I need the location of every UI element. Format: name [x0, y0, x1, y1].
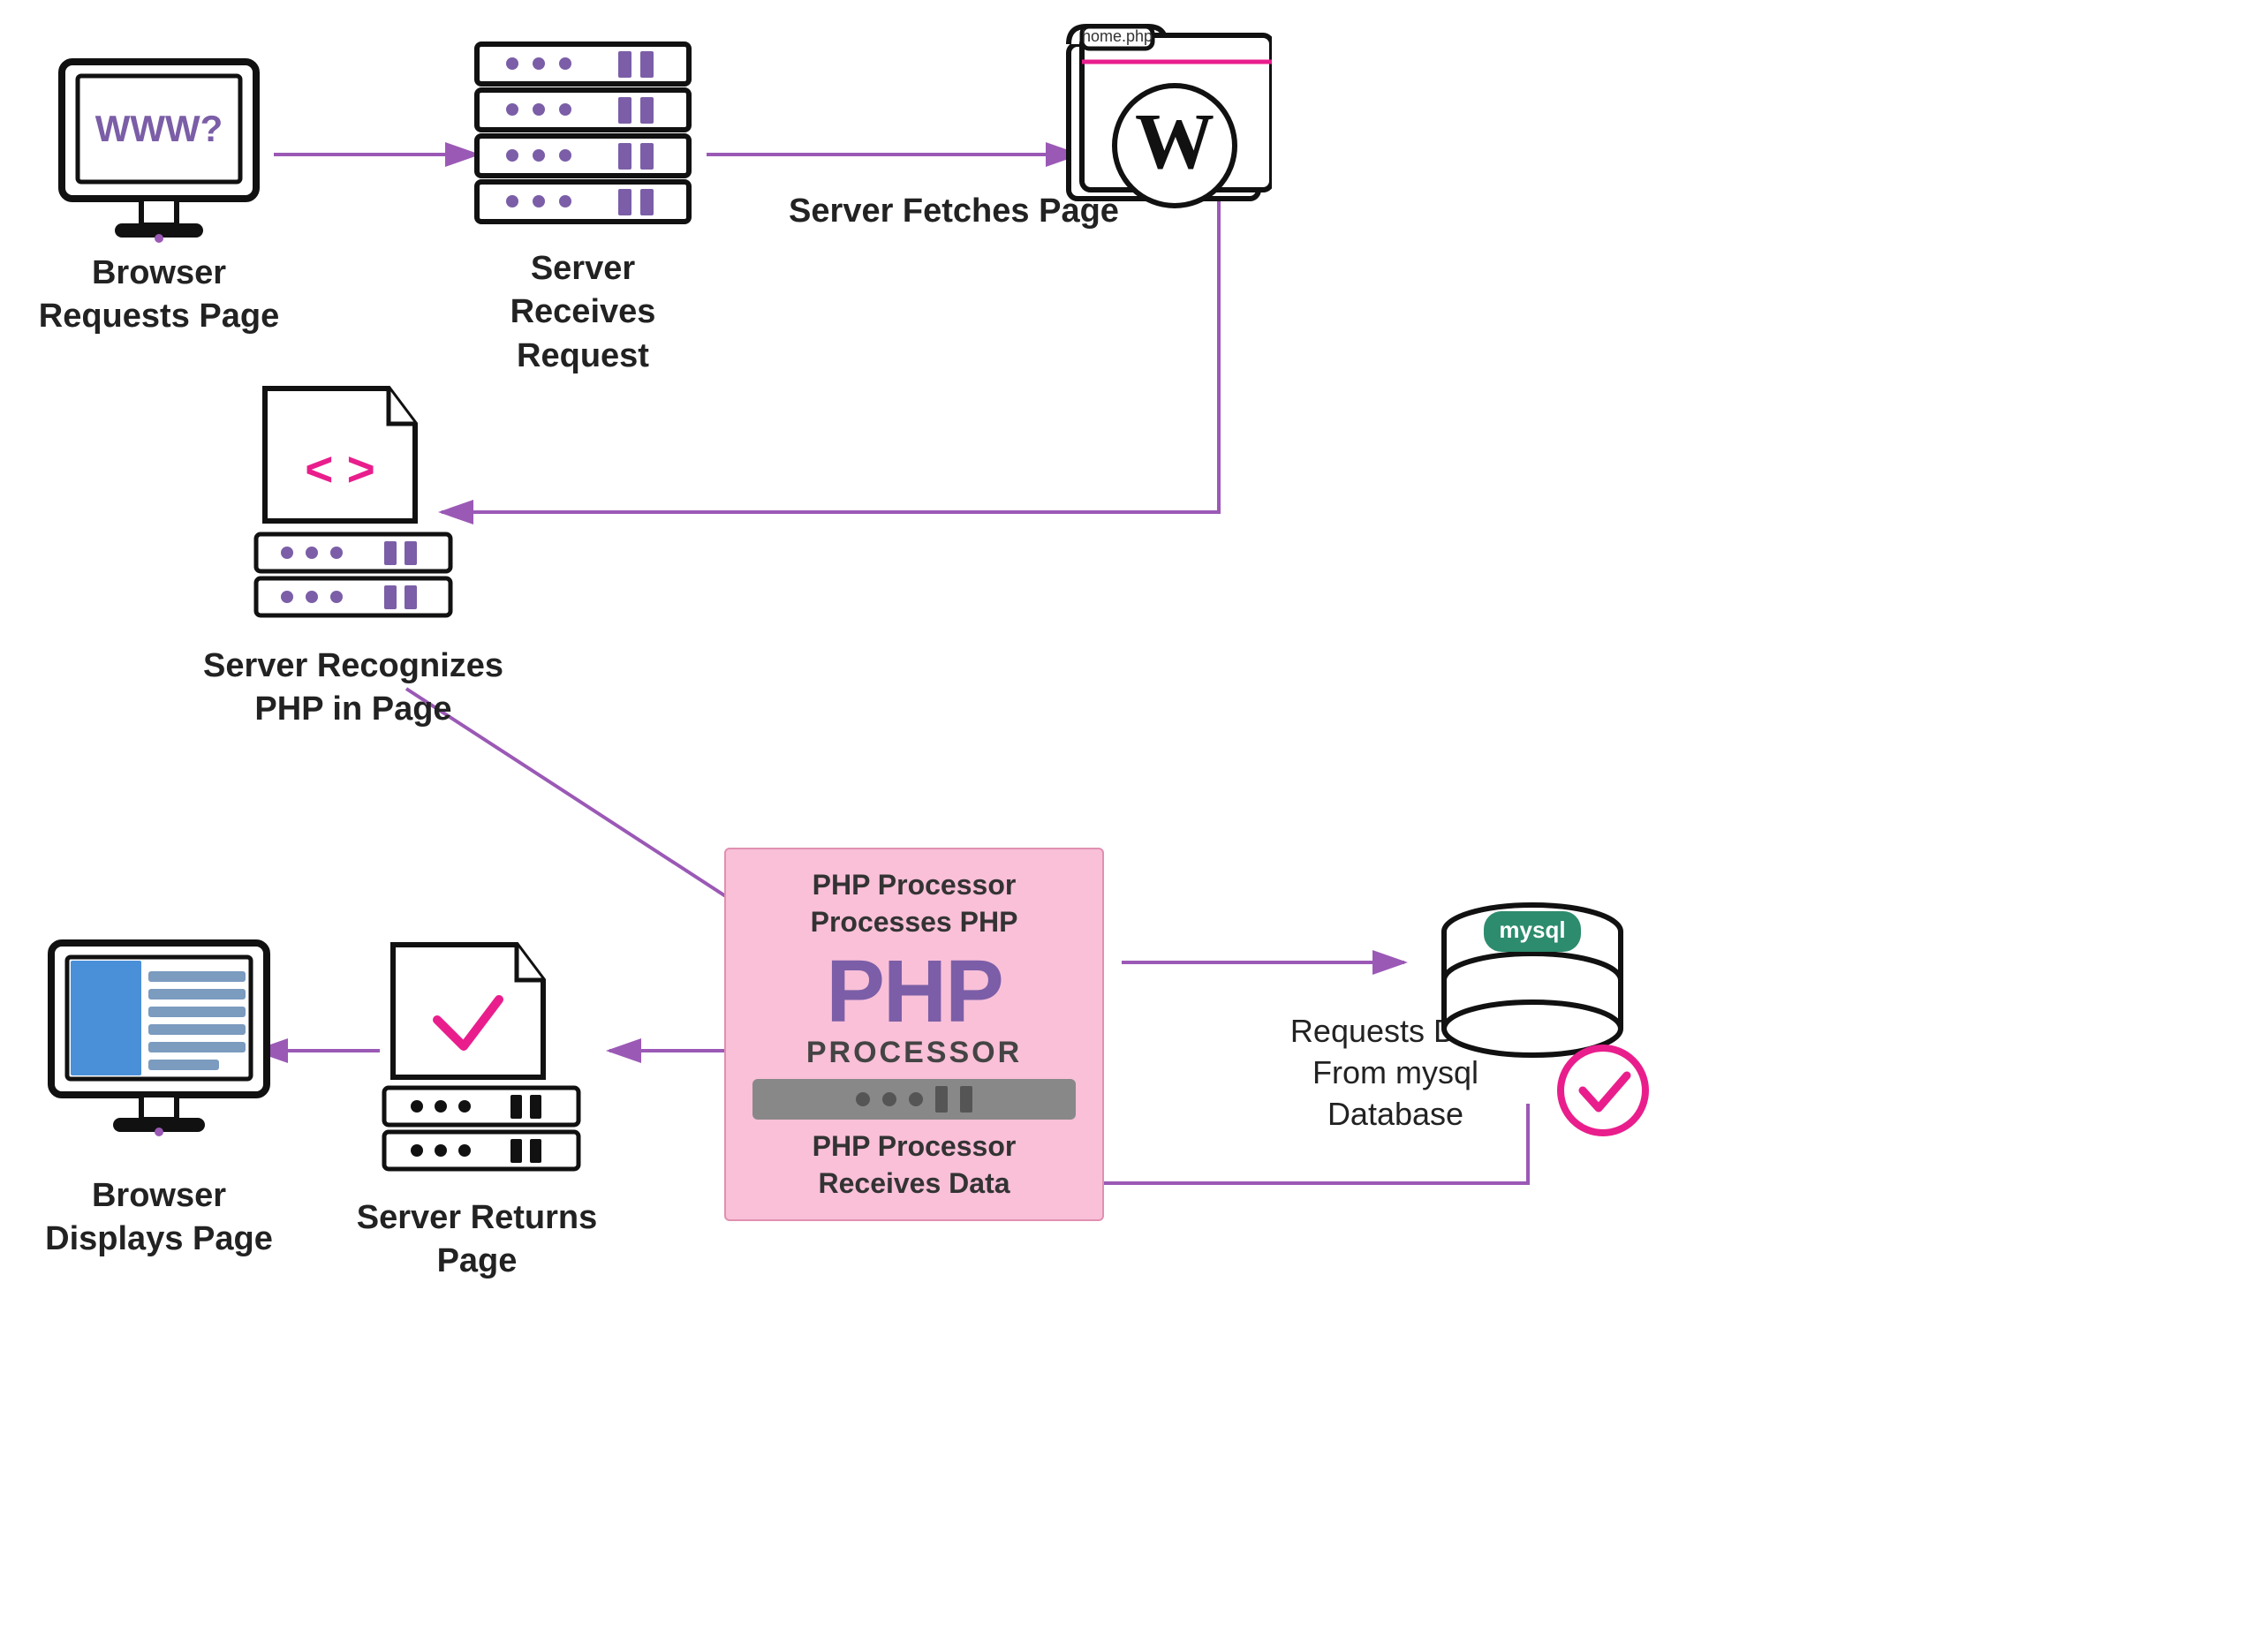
php-top-label: PHP Processor Processes PHP [752, 867, 1076, 940]
wordpress-icon: home.php W [1042, 18, 1272, 225]
browser-display-monitor-icon [44, 936, 274, 1148]
svg-text:W: W [1135, 98, 1214, 185]
monitor-icon: WWW? [53, 53, 265, 247]
php-server-bar [752, 1079, 1076, 1120]
svg-text:WWW?: WWW? [95, 108, 223, 149]
server-icon [468, 35, 698, 230]
arrows-svg [0, 0, 2261, 1652]
server-receives-label: Server Receives Request [459, 247, 707, 378]
browser-requests-icon: WWW? [53, 53, 265, 252]
dot2 [882, 1092, 896, 1106]
bar2 [960, 1086, 972, 1113]
folder-wp-icon: home.php W [1042, 18, 1272, 221]
dot3 [909, 1092, 923, 1106]
svg-text:mysql: mysql [1499, 917, 1565, 943]
server-returns-label: Server Returns Page [344, 1196, 609, 1284]
browser-requests-label: Browser Requests Page [26, 252, 291, 339]
server-returns-doc-icon [371, 936, 592, 1174]
server-recognizes-label: Server Recognizes PHP in Page [185, 645, 521, 732]
php-page-server-icon: < > [238, 380, 468, 627]
browser-displays-icon [44, 936, 274, 1152]
php-big-text: PHP [752, 947, 1076, 1036]
database-icon: mysql [1431, 883, 1660, 1148]
mysql-icon: mysql [1431, 883, 1660, 1152]
bar1 [935, 1086, 948, 1113]
browser-displays-label: Browser Displays Page [26, 1174, 291, 1262]
php-bottom-label: PHP Processor Receives Data [752, 1128, 1076, 1202]
svg-text:home.php: home.php [1082, 27, 1153, 45]
server-recognizes-icon: < > [238, 380, 468, 631]
php-processor-word: PROCESSOR [752, 1036, 1076, 1070]
svg-text:< >: < > [305, 441, 375, 496]
php-processor-box: PHP Processor Processes PHP PHP PROCESSO… [724, 848, 1104, 1221]
server-returns-icon [371, 936, 592, 1179]
server-receives-icon [468, 35, 698, 234]
diagram-container: WWW? Browser Requests Page [0, 0, 2261, 1652]
dot1 [856, 1092, 870, 1106]
